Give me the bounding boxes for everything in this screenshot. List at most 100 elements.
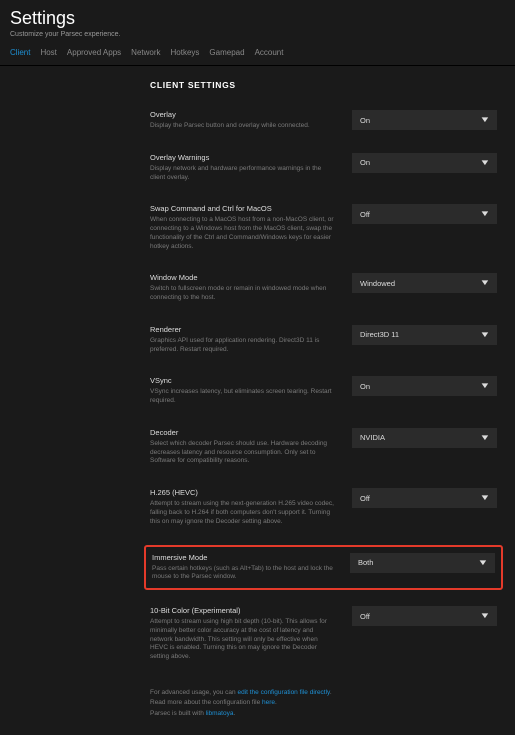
setting-title: Decoder	[150, 428, 336, 437]
setting-description: VSync increases latency, but eliminates …	[150, 388, 336, 406]
setting-info: Immersive Mode Pass certain hotkeys (such…	[152, 553, 334, 583]
setting-title: Renderer	[150, 325, 336, 334]
setting-overlay_warnings: Overlay Warnings Display network and hard…	[150, 151, 497, 185]
setting-info: Swap Command and Ctrl for MacOS When conn…	[150, 204, 336, 251]
chevron-down-icon: ▼	[479, 382, 490, 390]
setting-renderer: RendererGraphics API used for applicatio…	[150, 323, 497, 357]
setting-title: H.265 (HEVC)	[150, 488, 336, 497]
select-value: Off	[360, 494, 370, 503]
chevron-down-icon: ▼	[479, 612, 490, 620]
tab-approved-apps[interactable]: Approved Apps	[67, 48, 121, 61]
setting-info: Decoder Select which decoder Parsec shoul…	[150, 428, 336, 466]
setting-title: Window Mode	[150, 273, 336, 282]
select-value: NVIDIA	[360, 433, 385, 442]
page-subtitle: Customize your Parsec experience.	[10, 31, 505, 38]
setting-title: Swap Command and Ctrl for MacOS	[150, 204, 336, 213]
client-settings-panel: CLIENT SETTINGS OverlayDisplay the Parse…	[0, 66, 515, 735]
select-value: Direct3D 11	[360, 330, 399, 339]
setting-overlay: Overlay Display the Parsec button and ove…	[150, 108, 497, 133]
select-value: Both	[358, 558, 373, 567]
setting-control: Off ▼	[352, 606, 497, 662]
setting-title: 10-Bit Color (Experimental)	[150, 606, 336, 615]
setting-title: Immersive Mode	[152, 553, 334, 562]
chevron-down-icon: ▼	[479, 116, 490, 124]
chevron-down-icon: ▼	[479, 331, 490, 339]
select-value: Windowed	[360, 279, 395, 288]
footer-text: .	[275, 699, 277, 706]
setting-description: Pass certain hotkeys (such as Alt+Tab) t…	[152, 565, 334, 583]
chevron-down-icon: ▼	[479, 279, 490, 287]
tab-gamepad[interactable]: Gamepad	[209, 48, 244, 61]
immersive-select[interactable]: Both ▼	[350, 553, 495, 573]
setting-control: Direct3D 11 ▼	[352, 325, 497, 355]
chevron-down-icon: ▼	[479, 159, 490, 167]
chevron-down-icon: ▼	[479, 434, 490, 442]
setting-description: Attempt to stream using the next-generat…	[150, 500, 336, 526]
setting-control: Windowed ▼	[352, 273, 497, 303]
nav-tabs: Client Host Approved Apps Network Hotkeys Gam…	[0, 42, 515, 66]
footer-text: Parsec is built with	[150, 710, 206, 717]
tab-account[interactable]: Account	[255, 48, 284, 61]
footer-text: For advanced usage, you can	[150, 689, 237, 696]
window_mode-select[interactable]: Windowed ▼	[352, 273, 497, 293]
setting-description: Display network and hardware performance…	[150, 165, 336, 183]
footer-text: .	[330, 689, 332, 696]
setting-description: Switch to fullscreen mode or remain in w…	[150, 285, 336, 303]
setting-decoder: Decoder Select which decoder Parsec shoul…	[150, 426, 497, 468]
setting-ten_bit: 10-Bit Color (Experimental)Attempt to st…	[150, 604, 497, 664]
chevron-down-icon: ▼	[477, 559, 488, 567]
chevron-down-icon: ▼	[479, 494, 490, 502]
select-value: Off	[360, 612, 370, 621]
setting-hevc: H.265 (HEVC) Attempt to stream using the …	[150, 486, 497, 528]
config-docs-link[interactable]: here	[262, 699, 275, 706]
setting-info: VSync VSync increases latency, but elimin…	[150, 376, 336, 406]
setting-window_mode: Window Mode Switch to fullscreen mode or …	[150, 271, 497, 305]
select-value: Off	[360, 210, 370, 219]
setting-control: Off ▼	[352, 204, 497, 251]
edit-config-link[interactable]: edit the configuration file directly	[237, 689, 329, 696]
renderer-select[interactable]: Direct3D 11 ▼	[352, 325, 497, 345]
setting-title: Overlay	[150, 110, 336, 119]
setting-title: Overlay Warnings	[150, 153, 336, 162]
setting-description: Select which decoder Parsec should use. …	[150, 440, 336, 466]
setting-description: When connecting to a MacOS host from a n…	[150, 216, 336, 251]
setting-control: On ▼	[352, 110, 497, 131]
setting-info: Window Mode Switch to fullscreen mode or …	[150, 273, 336, 303]
setting-control: On ▼	[352, 153, 497, 183]
setting-description: Display the Parsec button and overlay wh…	[150, 122, 336, 131]
setting-control: On ▼	[352, 376, 497, 406]
tab-client[interactable]: Client	[10, 48, 30, 61]
setting-info: Overlay Display the Parsec button and ove…	[150, 110, 336, 131]
page-title: Settings	[10, 8, 505, 29]
footer-text: .	[233, 710, 235, 717]
tab-host[interactable]: Host	[40, 48, 56, 61]
setting-vsync: VSync VSync increases latency, but elimin…	[150, 374, 497, 408]
setting-swap_cmd_ctrl: Swap Command and Ctrl for MacOS When conn…	[150, 202, 497, 253]
setting-control: Off ▼	[352, 488, 497, 526]
overlay-select[interactable]: On ▼	[352, 110, 497, 130]
tab-network[interactable]: Network	[131, 48, 160, 61]
tab-hotkeys[interactable]: Hotkeys	[171, 48, 200, 61]
setting-info: RendererGraphics API used for applicatio…	[150, 325, 336, 355]
setting-info: H.265 (HEVC) Attempt to stream using the …	[150, 488, 336, 526]
setting-immersive: Immersive Mode Pass certain hotkeys (such…	[144, 545, 503, 591]
setting-info: Overlay Warnings Display network and hard…	[150, 153, 336, 183]
select-value: On	[360, 116, 370, 125]
swap_cmd_ctrl-select[interactable]: Off ▼	[352, 204, 497, 224]
setting-info: 10-Bit Color (Experimental)Attempt to st…	[150, 606, 336, 662]
select-value: On	[360, 158, 370, 167]
decoder-select[interactable]: NVIDIA ▼	[352, 428, 497, 448]
hevc-select[interactable]: Off ▼	[352, 488, 497, 508]
footer-text: Read more about the configuration file	[150, 699, 262, 706]
chevron-down-icon: ▼	[479, 210, 490, 218]
select-value: On	[360, 382, 370, 391]
overlay_warnings-select[interactable]: On ▼	[352, 153, 497, 173]
settings-footer: For advanced usage, you can edit the con…	[150, 682, 497, 725]
vsync-select[interactable]: On ▼	[352, 376, 497, 396]
settings-header: Settings Customize your Parsec experienc…	[0, 0, 515, 42]
setting-control: NVIDIA ▼	[352, 428, 497, 466]
libmatoya-link[interactable]: libmatoya	[206, 710, 234, 717]
setting-title: VSync	[150, 376, 336, 385]
setting-control: Both ▼	[350, 553, 495, 583]
ten_bit-select[interactable]: Off ▼	[352, 606, 497, 626]
